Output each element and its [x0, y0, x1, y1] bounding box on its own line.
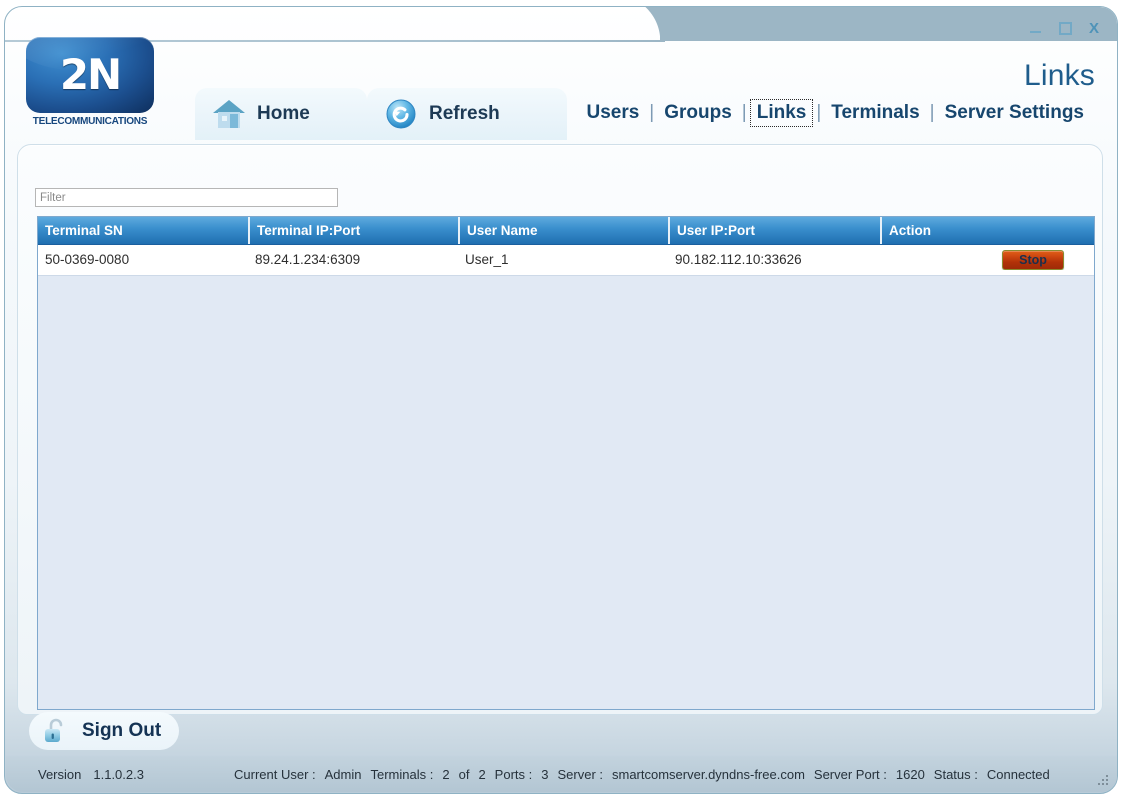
window-controls: X	[1029, 21, 1099, 36]
application-window: X Links 2N TELECOMMUNICATIONS Home Refre…	[0, 0, 1124, 800]
status-terminals-of: of	[458, 766, 470, 782]
home-button-label: Home	[257, 103, 310, 124]
status-server-value: smartcomserver.dyndns-free.com	[612, 766, 805, 782]
cell-terminal-sn: 50-0369-0080	[45, 252, 130, 267]
nav-item-groups[interactable]: Groups	[655, 100, 741, 126]
status-current-user-label: Current User :	[234, 766, 316, 782]
nav-item-server-settings[interactable]: Server Settings	[936, 100, 1093, 126]
column-header-terminal-ip-port[interactable]: Terminal IP:Port	[248, 217, 458, 244]
column-header-user-name[interactable]: User Name	[458, 217, 668, 244]
nav-item-users[interactable]: Users	[577, 100, 648, 126]
refresh-button-label: Refresh	[429, 103, 500, 124]
unlocked-padlock-icon	[41, 716, 71, 746]
column-header-terminal-sn[interactable]: Terminal SN	[38, 217, 248, 244]
stop-button[interactable]: Stop	[1002, 250, 1064, 270]
main-navigation: Users | Groups | Links | Terminals | Ser…	[577, 99, 1093, 127]
status-connection-value: Connected	[986, 766, 1050, 782]
table-header-row: Terminal SN Terminal IP:Port User Name U…	[38, 217, 1094, 245]
logo-subtitle: TELECOMMUNICATIONS	[32, 115, 148, 127]
status-connection-label: Status :	[933, 766, 978, 782]
nav-separator: |	[649, 102, 655, 123]
window-frame: X Links 2N TELECOMMUNICATIONS Home Refre…	[4, 6, 1118, 794]
status-bar: Version 1.1.0.2.3 Current User : Admin T…	[6, 756, 1117, 792]
page-title: Links	[1023, 59, 1095, 92]
filter-input[interactable]	[35, 188, 338, 207]
column-header-user-ip-port[interactable]: User IP:Port	[668, 217, 880, 244]
status-ports-value: 3	[541, 766, 549, 782]
brand-logo: 2N TELECOMMUNICATIONS	[21, 37, 159, 127]
cell-action: Stop	[880, 250, 1094, 270]
nav-separator: |	[741, 102, 747, 123]
resize-grip-icon[interactable]	[1096, 773, 1108, 785]
logo-mark-text: 2N	[59, 50, 122, 99]
status-server-port-value: 1620	[895, 766, 925, 782]
status-server-port-label: Server Port :	[813, 766, 887, 782]
status-terminals-total: 2	[478, 766, 486, 782]
home-button[interactable]: Home	[195, 88, 367, 140]
home-icon	[213, 100, 245, 128]
column-header-action[interactable]: Action	[880, 217, 1094, 244]
nav-item-terminals[interactable]: Terminals	[822, 100, 928, 126]
cell-user-ip-port: 90.182.112.10:33626	[675, 252, 802, 267]
status-version-label: Version	[38, 766, 82, 782]
links-table: Terminal SN Terminal IP:Port User Name U…	[37, 216, 1095, 710]
status-terminals-label: Terminals :	[370, 766, 434, 782]
maximize-icon[interactable]	[1058, 22, 1072, 35]
sign-out-label: Sign Out	[82, 720, 162, 741]
close-icon[interactable]: X	[1089, 21, 1099, 36]
table-row[interactable]: 50-0369-0080 89.24.1.234:6309 User_1 90.…	[38, 245, 1094, 276]
status-current-user-value: Admin	[324, 766, 362, 782]
table-empty-area	[38, 276, 1094, 709]
status-info-group: Current User : Admin Terminals : 2 of 2 …	[234, 767, 1050, 782]
nav-separator: |	[816, 102, 822, 123]
sign-out-button[interactable]: Sign Out	[29, 712, 179, 750]
logo-mark-box: 2N	[26, 37, 154, 113]
status-ports-label: Ports :	[494, 766, 533, 782]
cell-user-name: User_1	[465, 252, 509, 267]
cell-terminal-ip-port: 89.24.1.234:6309	[255, 252, 361, 267]
status-server-label: Server :	[557, 766, 603, 782]
status-terminals-value: 2	[442, 766, 450, 782]
nav-separator: |	[929, 102, 935, 123]
status-version-value: 1.1.0.2.3	[93, 766, 144, 782]
refresh-button[interactable]: Refresh	[367, 88, 567, 140]
refresh-icon	[385, 98, 417, 130]
status-version-group: Version 1.1.0.2.3	[38, 767, 144, 782]
nav-item-links[interactable]: Links	[749, 99, 814, 127]
minimize-icon[interactable]	[1029, 22, 1042, 35]
